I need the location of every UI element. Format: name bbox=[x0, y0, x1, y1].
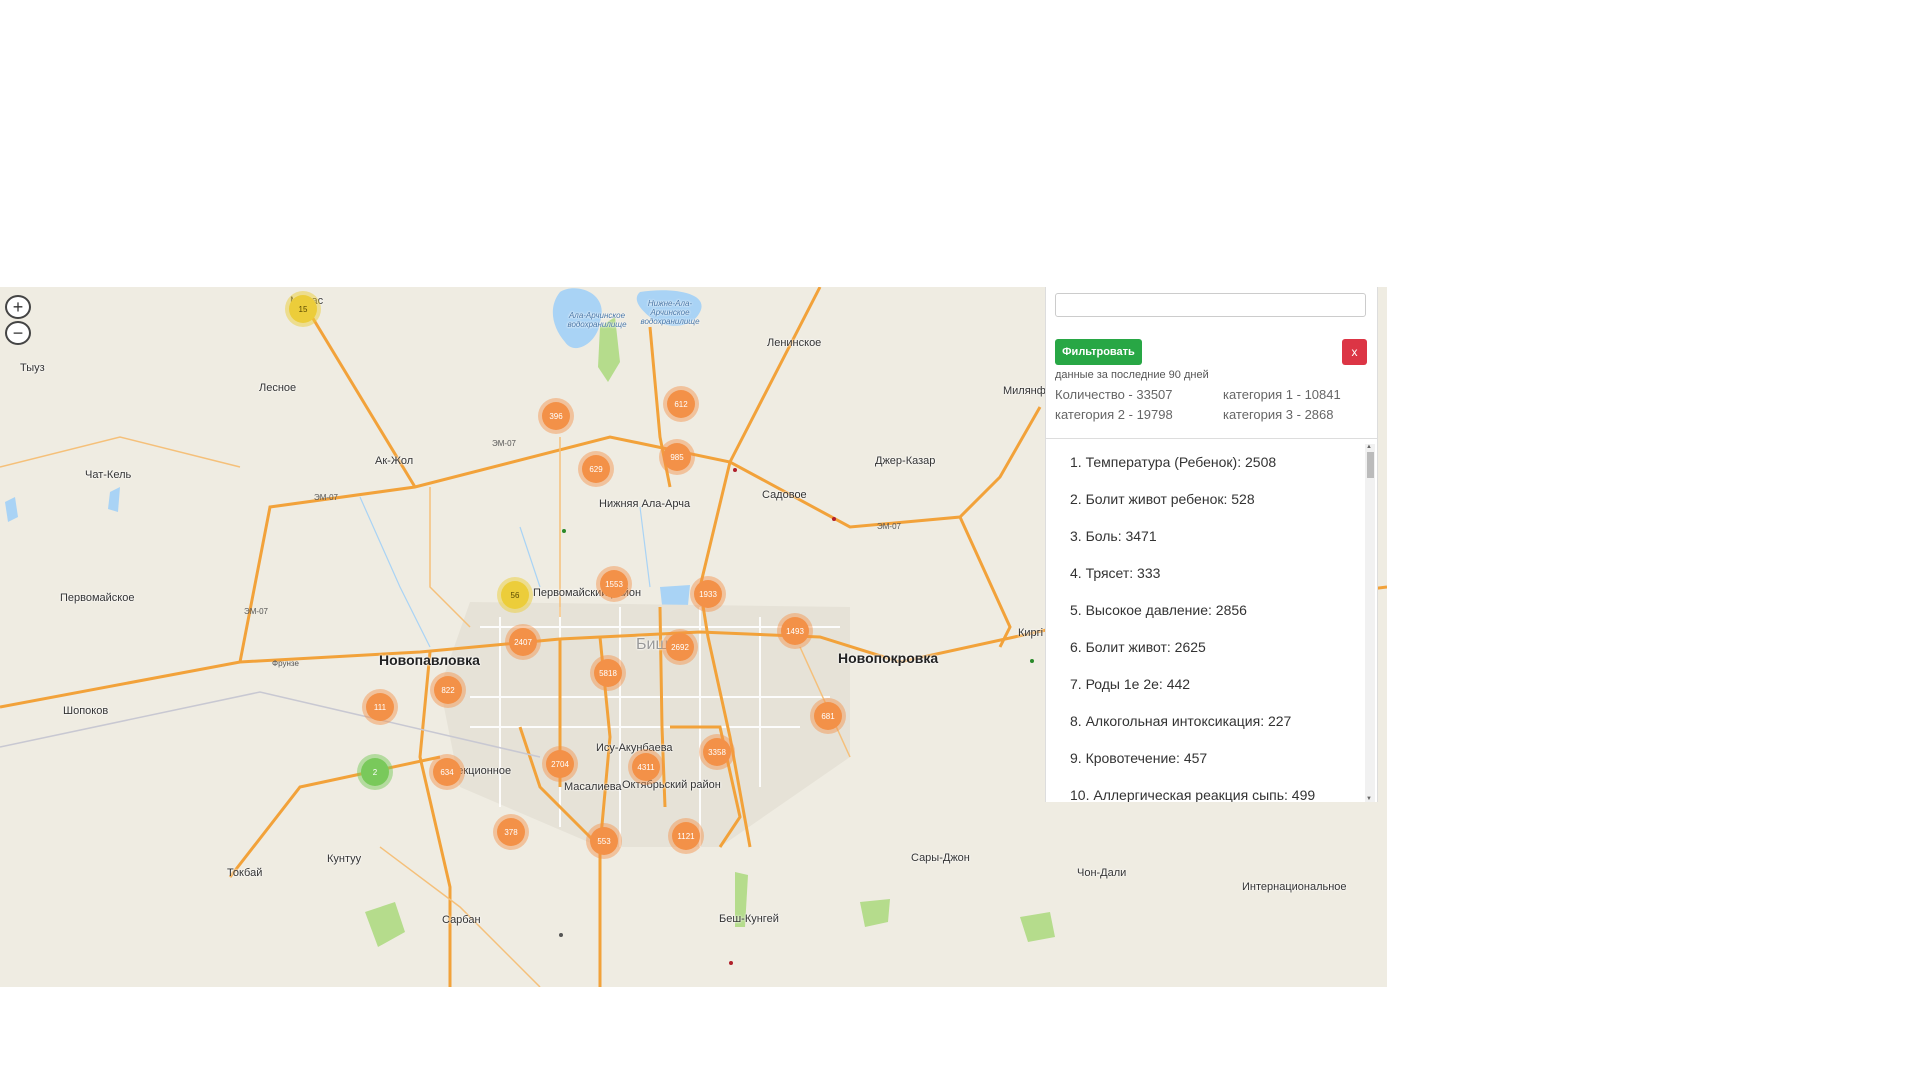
cluster-marker[interactable]: 681 bbox=[814, 702, 842, 730]
road-label: Фрунзе bbox=[272, 659, 299, 668]
scroll-up-icon[interactable]: ▲ bbox=[1366, 444, 1372, 450]
stat-category-3: категория 3 - 2868 bbox=[1223, 407, 1334, 422]
zoom-in-button[interactable]: + bbox=[5, 295, 31, 319]
scroll-down-icon[interactable]: ▼ bbox=[1366, 796, 1372, 802]
cluster-marker[interactable]: 396 bbox=[542, 402, 570, 430]
cluster-marker[interactable]: 2407 bbox=[509, 628, 537, 656]
place-label: Масалиева bbox=[564, 781, 622, 793]
place-label: Интернациональное bbox=[1242, 881, 1347, 893]
cluster-marker[interactable]: 111 bbox=[366, 693, 394, 721]
place-label: Нижняя Ала-Арча bbox=[599, 498, 691, 510]
incident-marker[interactable] bbox=[559, 933, 563, 937]
road-label: ЭМ-07 bbox=[877, 522, 901, 531]
period-note: данные за последние 90 дней bbox=[1055, 369, 1209, 381]
cluster-marker[interactable]: 4311 bbox=[632, 753, 660, 781]
list-item[interactable]: 9. Кровотечение: 457 bbox=[1046, 740, 1364, 777]
list-item[interactable]: 1. Температура (Ребенок): 2508 bbox=[1046, 444, 1364, 481]
divider bbox=[1046, 438, 1377, 439]
road-label: ЭМ-07 bbox=[244, 607, 268, 616]
list-item[interactable]: 6. Болит живот: 2625 bbox=[1046, 629, 1364, 666]
incident-marker[interactable] bbox=[832, 517, 836, 521]
place-label: Первомайское bbox=[60, 592, 135, 604]
cluster-marker[interactable]: 1553 bbox=[600, 570, 628, 598]
place-label: Киргі bbox=[1018, 627, 1044, 639]
list-item[interactable]: 4. Трясет: 333 bbox=[1046, 555, 1364, 592]
category-list[interactable]: 1. Температура (Ребенок): 2508 2. Болит ж… bbox=[1046, 444, 1364, 802]
place-label: Кунтуу bbox=[327, 853, 362, 865]
place-label: Садовое bbox=[762, 489, 807, 501]
place-label: Шопоков bbox=[63, 705, 109, 717]
cluster-marker[interactable]: 378 bbox=[497, 818, 525, 846]
incident-marker[interactable] bbox=[1030, 659, 1034, 663]
road-label: ЭМ-07 bbox=[314, 493, 338, 502]
place-label: Лесное bbox=[259, 382, 297, 394]
list-item[interactable]: 7. Роды 1е 2е: 442 bbox=[1046, 666, 1364, 703]
cluster-marker[interactable]: 985 bbox=[663, 443, 691, 471]
incident-marker[interactable] bbox=[562, 529, 566, 533]
filter-button[interactable]: Фильтровать bbox=[1055, 339, 1142, 365]
filter-panel: Фильтровать x данные за последние 90 дне… bbox=[1045, 287, 1378, 802]
cluster-marker[interactable]: 2692 bbox=[666, 633, 694, 661]
cluster-marker[interactable]: 634 bbox=[433, 758, 461, 786]
list-scrollbar[interactable]: ▲ ▼ bbox=[1365, 444, 1375, 802]
place-label: Тыуз bbox=[20, 362, 45, 374]
stat-category-2: категория 2 - 19798 bbox=[1055, 407, 1173, 422]
list-item[interactable]: 3. Боль: 3471 bbox=[1046, 518, 1364, 555]
list-item[interactable]: 10. Аллергическая реакция сыпь: 499 bbox=[1046, 777, 1364, 802]
cluster-marker[interactable]: 2 bbox=[361, 758, 389, 786]
place-label: Ленинское bbox=[767, 337, 822, 349]
zoom-out-button[interactable]: − bbox=[5, 321, 31, 345]
road-label: ЭМ-07 bbox=[492, 439, 516, 448]
place-label: Новопавловка bbox=[379, 652, 480, 668]
cluster-marker[interactable]: 5818 bbox=[594, 659, 622, 687]
close-button[interactable]: x bbox=[1342, 339, 1367, 365]
list-item[interactable]: 2. Болит живот ребенок: 528 bbox=[1046, 481, 1364, 518]
cluster-marker[interactable]: 1493 bbox=[781, 617, 809, 645]
place-label: Октябрьский район bbox=[622, 779, 721, 791]
cluster-marker[interactable]: 2704 bbox=[546, 750, 574, 778]
cluster-marker[interactable]: 629 bbox=[582, 455, 610, 483]
list-item[interactable]: 8. Алкогольная интоксикация: 227 bbox=[1046, 703, 1364, 740]
stat-category-1: категория 1 - 10841 bbox=[1223, 387, 1341, 402]
place-label: Сары-Джон bbox=[911, 852, 970, 864]
cluster-marker[interactable]: 1121 bbox=[672, 822, 700, 850]
place-label: Новопокровка bbox=[838, 650, 939, 666]
cluster-marker[interactable]: 553 bbox=[590, 827, 618, 855]
place-label: Нижне-Ала-Арчинское водохранилище bbox=[640, 299, 700, 326]
place-label: Ису-Акунбаева bbox=[596, 742, 673, 754]
cluster-marker[interactable]: 1933 bbox=[694, 580, 722, 608]
place-label: Ала-Арчинское водохранилище bbox=[567, 311, 627, 329]
place-label: Сарбан bbox=[442, 914, 481, 926]
incident-marker[interactable] bbox=[733, 468, 737, 472]
place-label: Токбай bbox=[227, 867, 263, 879]
place-label: Чон-Дали bbox=[1077, 867, 1127, 879]
place-label: Ак-Жол bbox=[375, 455, 414, 467]
cluster-marker[interactable]: 3358 bbox=[703, 738, 731, 766]
cluster-marker[interactable]: 56 bbox=[501, 581, 529, 609]
place-label: Чат-Кель bbox=[85, 469, 132, 481]
incident-marker[interactable] bbox=[729, 961, 733, 965]
place-label: Милянф bbox=[1003, 385, 1046, 397]
place-label: Беш-Кунгей bbox=[719, 913, 779, 925]
place-label: Джер-Казар bbox=[875, 455, 936, 467]
stat-count: Количество - 33507 bbox=[1055, 387, 1173, 402]
cluster-marker[interactable]: 15 bbox=[289, 295, 317, 323]
cluster-marker[interactable]: 612 bbox=[667, 390, 695, 418]
cluster-marker[interactable]: 822 bbox=[434, 676, 462, 704]
scroll-thumb[interactable] bbox=[1367, 452, 1374, 478]
list-item[interactable]: 5. Высокое давление: 2856 bbox=[1046, 592, 1364, 629]
search-input[interactable] bbox=[1055, 293, 1366, 317]
